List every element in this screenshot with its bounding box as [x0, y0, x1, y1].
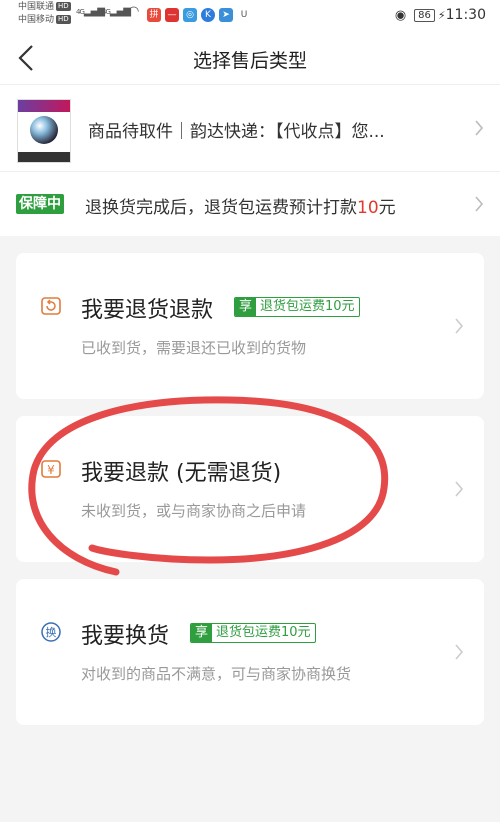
option-subtitle: 已收到货，需要退还已收到的货物: [81, 339, 307, 357]
hd-badge-1: HD: [56, 2, 71, 11]
eye-comfort-icon: ◉: [394, 8, 407, 23]
option-title: 我要换货: [81, 624, 170, 649]
chevron-right-icon: [455, 644, 464, 660]
status-bar: 中国联通 HD 中国移动 HD 4G▂▄▆ 4G▂▄▆ ◠ 拼 — ◎ K ➤ ᑌ …: [0, 0, 500, 32]
chevron-right-icon: [455, 481, 464, 497]
page-title: 选择售后类型: [192, 50, 307, 72]
guarantee-row[interactable]: 保障中 退换货完成后，退货包运费预计打款10元: [0, 171, 500, 236]
status-right: ◉ 86 ⚡11:30: [395, 7, 486, 23]
shipping-tag: 享退货包运费10元: [190, 623, 316, 643]
clock: 11:30: [445, 7, 486, 23]
option-title: 我要退款 (无需退货): [81, 461, 282, 486]
wifi-icon: ◠: [128, 4, 139, 19]
chevron-right-icon: [475, 120, 484, 136]
battery-icon: 86: [414, 9, 435, 22]
app-notification-icon: ᑌ: [237, 8, 251, 22]
hd-badge-2: HD: [56, 15, 71, 24]
exchange-icon: 换: [41, 622, 61, 642]
product-thumbnail: [17, 99, 71, 163]
chevron-right-icon: [475, 196, 484, 212]
guarantee-badge: 保障中: [16, 194, 64, 214]
chevron-right-icon: [455, 318, 464, 334]
nav-bar: 选择售后类型: [0, 32, 500, 84]
refund-amount: 10: [357, 198, 379, 218]
app-notification-icon: 拼: [147, 8, 161, 22]
option-exchange[interactable]: 换 我要换货 享退货包运费10元 对收到的商品不满意，可与商家协商换货: [16, 579, 484, 725]
app-notification-icon: ◎: [183, 8, 197, 22]
option-subtitle: 未收到货，或与商家协商之后申请: [81, 502, 307, 520]
carrier-info: 中国联通 HD 中国移动 HD: [18, 1, 71, 27]
carrier-1: 中国联通: [18, 2, 55, 12]
product-row[interactable]: 商品待取件｜韵达快递：【代收点】您...: [0, 84, 500, 171]
signal-icon-2: 4G▂▄▆: [102, 6, 131, 17]
carrier-2: 中国移动: [18, 15, 55, 25]
app-notification-icon: K: [201, 8, 215, 22]
svg-text:换: 换: [46, 625, 57, 639]
app-notification-icon: —: [165, 8, 179, 22]
charging-icon: ⚡: [437, 9, 446, 22]
option-refund-only[interactable]: ¥ 我要退款 (无需退货) 未收到货，或与商家协商之后申请: [16, 416, 484, 562]
option-return-refund[interactable]: 我要退货退款 享退货包运费10元 已收到货，需要退还已收到的货物: [16, 253, 484, 399]
return-box-icon: [41, 297, 61, 315]
guarantee-text: 退换货完成后，退货包运费预计打款10元: [85, 198, 396, 218]
yuan-refund-icon: ¥: [41, 460, 61, 478]
shipping-tag: 享退货包运费10元: [234, 297, 360, 317]
option-subtitle: 对收到的商品不满意，可与商家协商换货: [81, 665, 352, 683]
product-status-text: 商品待取件｜韵达快递：【代收点】您...: [88, 122, 385, 142]
option-title: 我要退货退款: [81, 298, 214, 323]
signal-icon-1: 4G▂▄▆: [76, 6, 105, 17]
svg-text:¥: ¥: [47, 463, 55, 477]
app-notification-icon: ➤: [219, 8, 233, 22]
